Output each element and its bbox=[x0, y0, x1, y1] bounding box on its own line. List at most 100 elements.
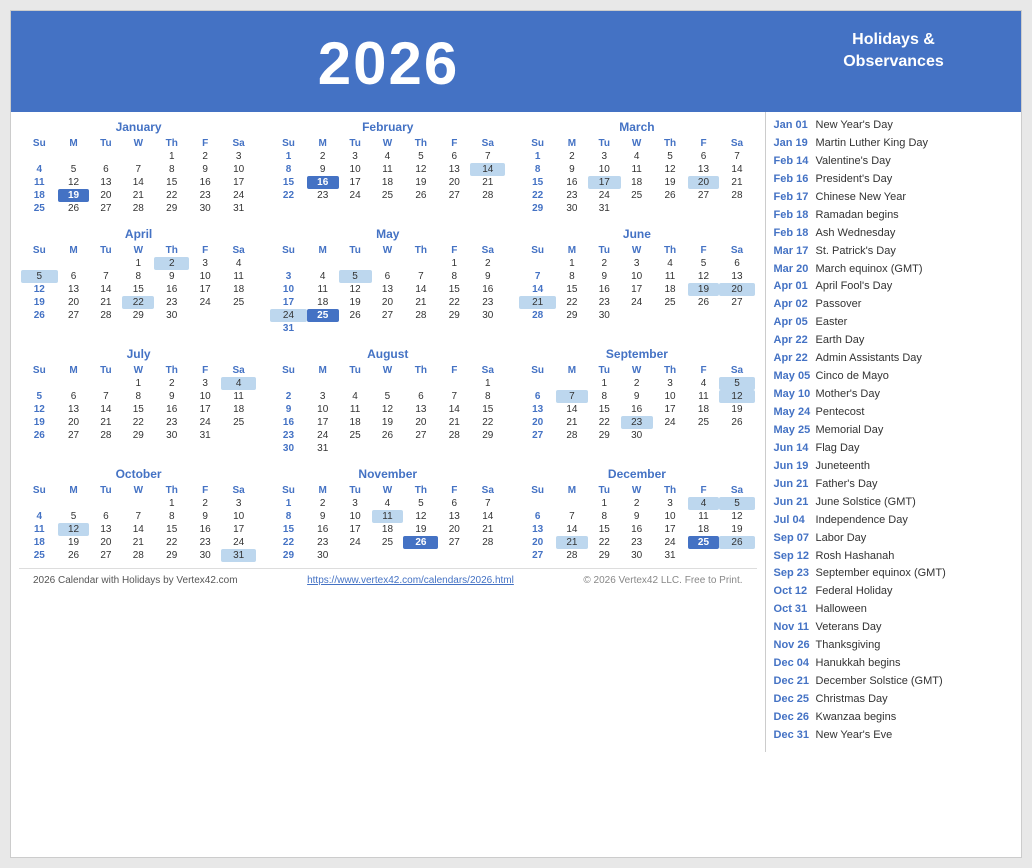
col-header: Tu bbox=[588, 137, 621, 150]
cal-cell: 30 bbox=[270, 442, 307, 455]
col-header: Th bbox=[653, 484, 688, 497]
calendar-area: JanuarySuMTuWThFSa1234567891011121314151… bbox=[11, 112, 765, 752]
cal-cell: 7 bbox=[122, 510, 154, 523]
col-header: Sa bbox=[221, 244, 256, 257]
cal-cell: 6 bbox=[438, 150, 470, 163]
cal-cell: 11 bbox=[621, 163, 653, 176]
cal-cell bbox=[221, 309, 256, 322]
cal-cell bbox=[653, 309, 688, 322]
table-row: 22232425262728 bbox=[270, 536, 505, 549]
cal-cell: 27 bbox=[89, 202, 122, 215]
table-row: 22232425262728 bbox=[270, 189, 505, 202]
cal-cell: 6 bbox=[89, 510, 122, 523]
cal-cell: 16 bbox=[588, 283, 621, 296]
cal-cell: 3 bbox=[189, 377, 221, 390]
cal-cell: 22 bbox=[470, 416, 505, 429]
cal-cell: 9 bbox=[307, 510, 339, 523]
col-header: W bbox=[372, 137, 404, 150]
holiday-name: Father's Day bbox=[816, 477, 878, 493]
month-title: March bbox=[519, 120, 754, 134]
cal-cell: 4 bbox=[688, 377, 720, 390]
cal-cell: 24 bbox=[653, 536, 688, 549]
cal-cell: 25 bbox=[307, 309, 339, 322]
cal-cell: 9 bbox=[556, 163, 588, 176]
holiday-name: June Solstice (GMT) bbox=[816, 495, 916, 511]
footer-center[interactable]: https://www.vertex42.com/calendars/2026.… bbox=[307, 575, 514, 586]
table-row: 16171819202122 bbox=[270, 416, 505, 429]
holiday-date: Jun 21 bbox=[774, 495, 816, 511]
month-october: OctoberSuMTuWThFSa1234567891011121314151… bbox=[19, 465, 258, 564]
cal-cell: 7 bbox=[470, 497, 505, 510]
cal-cell bbox=[688, 429, 720, 442]
cal-cell: 23 bbox=[470, 296, 505, 309]
cal-table: SuMTuWThFSa12345678910111213141516171819… bbox=[519, 484, 754, 562]
cal-cell: 26 bbox=[58, 549, 90, 562]
table-row: 1234567 bbox=[270, 497, 505, 510]
cal-cell: 6 bbox=[438, 497, 470, 510]
cal-cell: 19 bbox=[719, 523, 754, 536]
cal-cell: 6 bbox=[89, 163, 122, 176]
cal-cell: 12 bbox=[58, 176, 90, 189]
cal-cell: 25 bbox=[688, 536, 720, 549]
table-row: 18192021222324 bbox=[21, 189, 256, 202]
cal-cell: 4 bbox=[688, 497, 720, 510]
cal-cell: 19 bbox=[58, 189, 90, 202]
cal-cell bbox=[519, 377, 556, 390]
list-item: Jun 14Flag Day bbox=[774, 441, 1013, 457]
holiday-name: Independence Day bbox=[816, 513, 908, 529]
table-row: 15161718192021 bbox=[270, 176, 505, 189]
cal-cell bbox=[21, 497, 58, 510]
table-row: 45678910 bbox=[21, 163, 256, 176]
cal-cell: 23 bbox=[189, 189, 221, 202]
month-title: July bbox=[21, 347, 256, 361]
cal-cell: 28 bbox=[719, 189, 754, 202]
cal-cell: 5 bbox=[372, 390, 404, 403]
cal-cell bbox=[372, 442, 404, 455]
cal-cell: 20 bbox=[89, 189, 122, 202]
cal-cell: 13 bbox=[403, 403, 438, 416]
table-row: 11121314151617 bbox=[21, 176, 256, 189]
holiday-name: Ramadan begins bbox=[816, 208, 899, 224]
table-row: 262728293031 bbox=[21, 429, 256, 442]
cal-cell bbox=[339, 377, 372, 390]
cal-cell: 15 bbox=[122, 283, 154, 296]
cal-cell: 1 bbox=[270, 497, 307, 510]
table-row: 21222324252627 bbox=[519, 296, 754, 309]
cal-cell: 21 bbox=[403, 296, 438, 309]
col-header: Th bbox=[653, 364, 688, 377]
cal-cell: 11 bbox=[339, 403, 372, 416]
col-header: M bbox=[307, 244, 339, 257]
cal-cell: 4 bbox=[21, 510, 58, 523]
cal-cell: 7 bbox=[719, 150, 754, 163]
col-header: Tu bbox=[588, 484, 621, 497]
cal-cell bbox=[372, 322, 404, 335]
cal-cell: 26 bbox=[403, 536, 438, 549]
holiday-name: Chinese New Year bbox=[816, 190, 907, 206]
cal-cell bbox=[307, 257, 339, 270]
cal-cell: 21 bbox=[122, 536, 154, 549]
list-item: Apr 02Passover bbox=[774, 297, 1013, 313]
month-november: NovemberSuMTuWThFSa123456789101112131415… bbox=[268, 465, 507, 564]
cal-cell: 16 bbox=[621, 523, 653, 536]
cal-cell: 21 bbox=[556, 536, 588, 549]
cal-cell: 5 bbox=[403, 150, 438, 163]
col-header: Tu bbox=[339, 484, 372, 497]
col-header: W bbox=[621, 484, 653, 497]
table-row: 123 bbox=[21, 150, 256, 163]
table-row: 891011121314 bbox=[270, 163, 505, 176]
holiday-date: Feb 18 bbox=[774, 208, 816, 224]
holiday-name: Ash Wednesday bbox=[816, 226, 896, 242]
cal-cell bbox=[470, 549, 505, 562]
cal-cell: 27 bbox=[403, 429, 438, 442]
cal-cell bbox=[556, 377, 588, 390]
cal-cell: 21 bbox=[470, 523, 505, 536]
cal-cell: 30 bbox=[154, 429, 189, 442]
cal-cell: 25 bbox=[653, 296, 688, 309]
cal-cell bbox=[403, 549, 438, 562]
cal-cell bbox=[403, 257, 438, 270]
col-header: Su bbox=[270, 484, 307, 497]
col-header: Th bbox=[154, 137, 189, 150]
col-header: F bbox=[688, 364, 720, 377]
holiday-name: Hanukkah begins bbox=[816, 656, 901, 672]
cal-cell: 11 bbox=[21, 176, 58, 189]
